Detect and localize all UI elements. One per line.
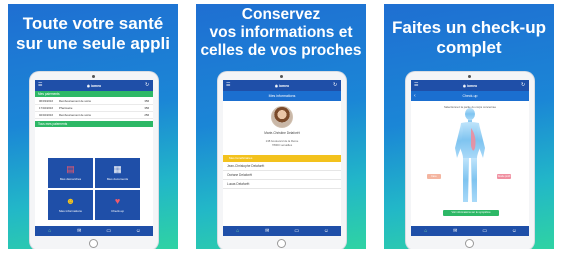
document-tab-icon[interactable]: ▭: [481, 228, 488, 234]
refresh-icon[interactable]: ↻: [521, 83, 526, 88]
app-header: ☰ ◉ iomeo ↻: [411, 80, 529, 91]
app-header: ☰ ◉ iomeo ↻: [35, 80, 153, 91]
panel-headline: Conservez vos informations et celles de …: [200, 6, 362, 59]
mail-tab-icon[interactable]: ✉: [264, 228, 271, 234]
camera-dot: [92, 75, 95, 78]
app-logo: ◉ iomeo: [86, 83, 102, 88]
front-view-button[interactable]: Face: [427, 174, 441, 179]
beneficiaries-list: Jean-Christophe Delaforêt Océane Delafor…: [223, 162, 341, 189]
tile-label: Mes informations: [59, 209, 82, 213]
menu-icon[interactable]: ☰: [414, 83, 419, 88]
app-screen: ☰ ◉ iomeo ↻ ‹ Check-up Sélectionnez la pa…: [411, 80, 529, 236]
shortcut-grid: ▤ Mes démarches ▦ Mes documents ☻ Mes in…: [48, 158, 140, 220]
body-left-leg[interactable]: [463, 158, 469, 202]
table-row[interactable]: 02/02/2016 Remboursement de soins 25€: [35, 112, 153, 119]
tile-label: Check-up: [111, 209, 124, 213]
refresh-icon[interactable]: ↻: [145, 83, 150, 88]
app-logo: ◉ iomeo: [274, 83, 290, 88]
page-title: Check-up: [462, 94, 478, 98]
list-item[interactable]: Océane Delaforêt: [223, 171, 341, 180]
table-row[interactable]: 17/02/2016 Pharmacie 35€: [35, 105, 153, 112]
list-item[interactable]: Lucas Delaforêt: [223, 180, 341, 189]
back-view-button[interactable]: Dos/le profil: [497, 174, 511, 179]
beneficiaries-section-bar[interactable]: Mes bénéficiaires: [223, 155, 341, 162]
user-address: 138 boulevard de la Reine 78000 versaill…: [223, 139, 341, 147]
tile-mes-informations[interactable]: ☻ Mes informations: [48, 190, 93, 220]
tablet-mockup: ☰ ◉ iomeo ↻ Mes informations Marie-Christ…: [218, 72, 346, 249]
payment-label: Pharmacie: [59, 106, 73, 110]
profile-tab-icon[interactable]: ☺: [135, 228, 142, 234]
mail-tab-icon[interactable]: ✉: [452, 228, 459, 234]
body-silhouette-icon[interactable]: [411, 106, 529, 206]
refresh-icon[interactable]: ↻: [333, 83, 338, 88]
menu-icon[interactable]: ☰: [38, 83, 43, 88]
tile-check-up[interactable]: ♥ Check-up: [95, 190, 140, 220]
tab-bar: ⌂ ✉ ▭ ☺: [35, 226, 153, 236]
menu-icon[interactable]: ☰: [226, 83, 231, 88]
payments-section-bar[interactable]: Mes paiements: [35, 91, 153, 97]
tile-mes-demarches[interactable]: ▤ Mes démarches: [48, 158, 93, 188]
checkup-title-bar: ‹ Check-up: [411, 91, 529, 101]
logo-icon: ◉: [462, 83, 466, 88]
tile-label: Mes démarches: [59, 177, 82, 181]
app-logo: ◉ iomeo: [462, 83, 478, 88]
payment-label: Remboursement de soins: [59, 113, 91, 117]
app-header: ☰ ◉ iomeo ↻: [223, 80, 341, 91]
promo-panel-health: Toute votre santé sur une seule appli ☰ …: [8, 4, 178, 249]
profile-tab-icon[interactable]: ☺: [323, 228, 330, 234]
payment-date: 06/03/2016: [39, 99, 53, 103]
app-screen: ☰ ◉ iomeo ↻ Mes paiements 06/03/2016 Remb…: [35, 80, 153, 236]
payment-label: Remboursement de soins: [59, 99, 91, 103]
tablet-home-button: [89, 239, 98, 248]
panel-headline: Faites un check-up complet: [392, 18, 546, 57]
person-icon: ☻: [65, 196, 76, 206]
tablet-home-button: [277, 239, 286, 248]
home-tab-icon[interactable]: ⌂: [422, 228, 429, 234]
panel-headline: Toute votre santé sur une seule appli: [16, 14, 170, 53]
promo-panel-informations: Conservez vos informations et celles de …: [196, 4, 366, 249]
page-title: Mes informations: [223, 91, 341, 101]
user-name: Marie-Christine Delaforêt: [264, 131, 300, 135]
payment-date: 02/02/2016: [39, 113, 53, 117]
payment-amount: 35€: [144, 99, 149, 103]
tablet-mockup: ☰ ◉ iomeo ↻ ‹ Check-up Sélectionnez la pa…: [406, 72, 534, 249]
payment-date: 17/02/2016: [39, 106, 53, 110]
app-screen: ☰ ◉ iomeo ↻ Mes informations Marie-Christ…: [223, 80, 341, 236]
symptom-info-button[interactable]: Voir informations sur le symptôme: [443, 210, 499, 216]
payment-amount: 25€: [144, 113, 149, 117]
home-tab-icon[interactable]: ⌂: [234, 228, 241, 234]
tab-bar: ⌂ ✉ ▭ ☺: [411, 226, 529, 236]
mail-tab-icon[interactable]: ✉: [76, 228, 83, 234]
promo-panel-checkup: Faites un check-up complet ☰ ◉ iomeo ↻ ‹ …: [384, 4, 554, 249]
body-head[interactable]: [465, 108, 475, 120]
address-line: 78000 versailles: [271, 143, 293, 147]
list-item[interactable]: Jean-Christophe Delaforêt: [223, 162, 341, 171]
heartbeat-icon: ♥: [114, 196, 121, 206]
document-tab-icon[interactable]: ▭: [105, 228, 112, 234]
document-icon: ▤: [66, 164, 75, 174]
tablet-mockup: ☰ ◉ iomeo ↻ Mes paiements 06/03/2016 Remb…: [30, 72, 158, 249]
see-all-payments-button[interactable]: Tous mes paiements: [35, 121, 153, 127]
table-row[interactable]: 06/03/2016 Remboursement de soins 35€: [35, 98, 153, 105]
avatar[interactable]: [271, 106, 293, 128]
tab-bar: ⌂ ✉ ▭ ☺: [223, 226, 341, 236]
tile-mes-documents[interactable]: ▦ Mes documents: [95, 158, 140, 188]
camera-dot: [468, 75, 471, 78]
tile-label: Mes documents: [106, 177, 129, 181]
logo-icon: ◉: [274, 83, 278, 88]
payment-amount: 35€: [144, 106, 149, 110]
document-tab-icon[interactable]: ▭: [293, 228, 300, 234]
profile-tab-icon[interactable]: ☺: [511, 228, 518, 234]
body-torso[interactable]: [459, 122, 481, 158]
back-chevron-icon[interactable]: ‹: [414, 91, 416, 101]
body-right-leg[interactable]: [471, 158, 477, 202]
tablet-home-button: [465, 239, 474, 248]
logo-icon: ◉: [86, 83, 90, 88]
home-tab-icon[interactable]: ⌂: [46, 228, 53, 234]
camera-dot: [280, 75, 283, 78]
payments-list: 06/03/2016 Remboursement de soins 35€ 17…: [35, 98, 153, 119]
folder-icon: ▦: [113, 164, 122, 174]
